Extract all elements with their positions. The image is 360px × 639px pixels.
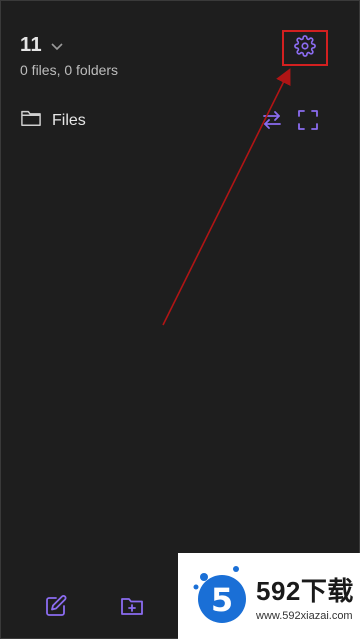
vault-name: 11 xyxy=(20,34,43,56)
expand-icon[interactable] xyxy=(296,108,320,132)
watermark-logo: 5 xyxy=(186,561,250,631)
vault-switcher[interactable]: 11 xyxy=(20,34,64,57)
swap-arrows-icon[interactable] xyxy=(260,108,284,132)
svg-text:5: 5 xyxy=(211,581,233,619)
files-header[interactable]: Files xyxy=(20,108,86,133)
gear-icon[interactable] xyxy=(294,34,316,62)
vault-stats: 0 files, 0 folders xyxy=(20,62,119,78)
files-label: Files xyxy=(52,111,86,129)
chevron-down-icon xyxy=(50,39,64,53)
new-note-icon[interactable] xyxy=(44,594,68,618)
watermark-brand: 592下载 xyxy=(256,575,354,606)
settings-highlight xyxy=(282,30,328,66)
watermark: 5 592下载 www.592xiazai.com xyxy=(178,553,360,639)
watermark-url: www.592xiazai.com xyxy=(256,609,353,622)
folder-icon xyxy=(20,108,42,133)
new-folder-icon[interactable] xyxy=(120,594,144,618)
app-frame xyxy=(0,0,360,639)
